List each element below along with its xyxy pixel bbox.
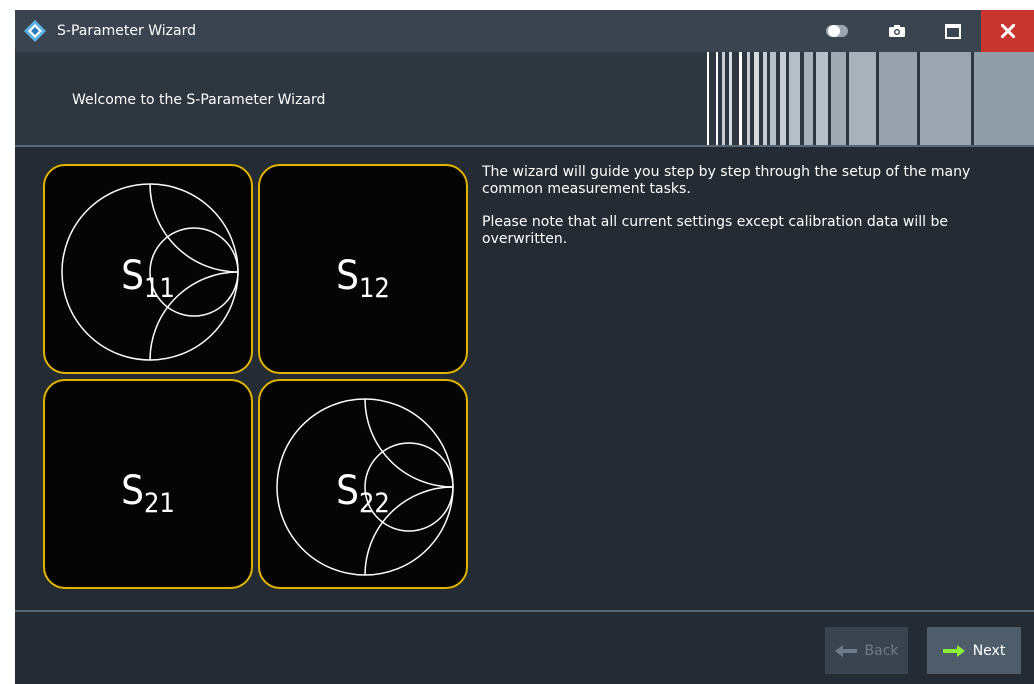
s21-label: S21 bbox=[121, 468, 175, 519]
next-button[interactable]: Next bbox=[927, 627, 1021, 674]
s22-tile[interactable]: S22 bbox=[258, 379, 468, 589]
back-label: Back bbox=[864, 642, 899, 659]
toggle-icon bbox=[826, 25, 848, 37]
rohde-schwarz-logo-icon bbox=[24, 20, 46, 42]
s12-tile[interactable]: S12 bbox=[258, 164, 468, 374]
screenshot-button[interactable] bbox=[877, 10, 917, 52]
s11-tile[interactable]: S11 bbox=[43, 164, 253, 374]
footer-divider bbox=[15, 610, 1034, 612]
wizard-window: S-Parameter Wizard Welcome to the S-Para… bbox=[15, 10, 1034, 684]
s11-label: S11 bbox=[121, 253, 175, 304]
title-bar[interactable]: S-Parameter Wizard bbox=[15, 10, 1034, 52]
maximize-button[interactable] bbox=[933, 10, 973, 52]
next-label: Next bbox=[972, 642, 1006, 659]
s22-label: S22 bbox=[336, 468, 390, 519]
s-parameter-tiles: S11 S12 S21 S22 bbox=[43, 164, 473, 592]
arrow-left-icon bbox=[834, 644, 857, 657]
back-button[interactable]: Back bbox=[825, 627, 908, 674]
close-icon bbox=[1000, 24, 1015, 38]
maximize-icon bbox=[945, 23, 961, 39]
welcome-heading: Welcome to the S-Parameter Wizard bbox=[72, 92, 326, 108]
wizard-description: The wizard will guide you step by step t… bbox=[482, 164, 1002, 264]
s21-tile[interactable]: S21 bbox=[43, 379, 253, 589]
description-paragraph-2: Please note that all current settings ex… bbox=[482, 214, 948, 247]
arrow-right-icon bbox=[942, 644, 965, 657]
description-paragraph-1: The wizard will guide you step by step t… bbox=[482, 164, 971, 197]
close-button[interactable] bbox=[981, 10, 1034, 52]
s12-label: S12 bbox=[336, 253, 390, 304]
window-title: S-Parameter Wizard bbox=[57, 23, 196, 39]
toggle-button[interactable] bbox=[817, 10, 857, 52]
camera-icon bbox=[889, 25, 905, 37]
wizard-header: Welcome to the S-Parameter Wizard bbox=[15, 52, 1034, 147]
header-stripe-decoration bbox=[707, 52, 1034, 145]
